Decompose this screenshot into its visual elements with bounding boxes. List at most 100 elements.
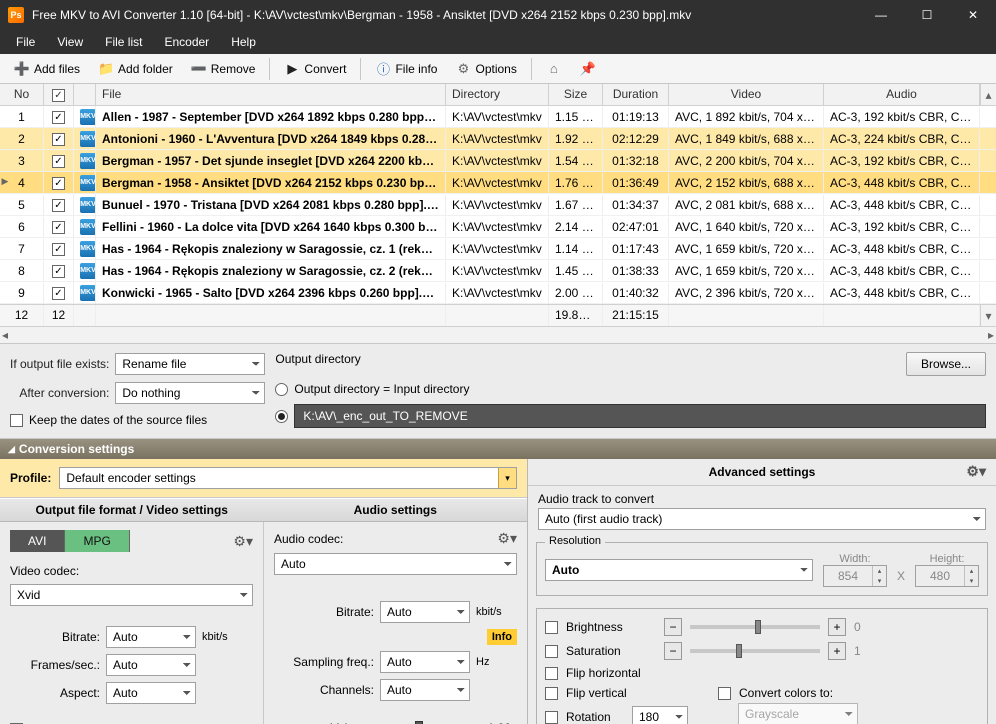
same-dir-radio[interactable] xyxy=(275,383,288,396)
profile-dropdown-icon[interactable]: ▾ xyxy=(498,468,516,488)
saturation-checkbox[interactable] xyxy=(545,645,558,658)
brightness-slider[interactable] xyxy=(690,625,820,629)
table-row[interactable]: 5✓MKVBunuel - 1970 - Tristana [DVD x264 … xyxy=(0,194,996,216)
audio-codec-select[interactable]: Auto xyxy=(274,553,517,575)
convcolors-checkbox[interactable] xyxy=(718,687,731,700)
pin-button[interactable]: 📌 xyxy=(572,57,604,81)
table-row[interactable]: 8✓MKVHas - 1964 - Rękopis znaleziony w S… xyxy=(0,260,996,282)
cell-check[interactable]: ✓ xyxy=(44,216,74,237)
same-dir-radio-row[interactable]: Output directory = Input directory xyxy=(275,380,986,398)
menu-file[interactable]: File xyxy=(6,32,45,52)
file-info-button[interactable]: ⓘFile info xyxy=(367,57,445,81)
custom-dir-radio[interactable] xyxy=(275,410,288,423)
row-checkbox[interactable]: ✓ xyxy=(52,177,65,190)
header-size[interactable]: Size xyxy=(549,84,603,105)
advanced-gear-icon[interactable]: ⚙▾ xyxy=(966,463,986,480)
profile-input[interactable] xyxy=(60,468,498,488)
video-aspect-select[interactable]: Auto xyxy=(106,682,196,704)
conversion-settings-header[interactable]: ◢ Conversion settings xyxy=(0,439,996,459)
tab-avi[interactable]: AVI xyxy=(10,530,65,552)
video-fps-select[interactable]: Auto xyxy=(106,654,196,676)
add-folder-button[interactable]: 📁Add folder xyxy=(90,57,181,81)
saturation-minus[interactable]: − xyxy=(664,642,682,660)
saturation-slider[interactable] xyxy=(690,649,820,653)
table-row[interactable]: 3✓MKVBergman - 1957 - Det sjunde insegle… xyxy=(0,150,996,172)
brightness-minus[interactable]: − xyxy=(664,618,682,636)
header-video[interactable]: Video xyxy=(669,84,824,105)
cell-check[interactable]: ✓ xyxy=(44,128,74,149)
after-select[interactable]: Do nothing xyxy=(115,382,265,404)
checkbox-icon[interactable]: ✓ xyxy=(52,89,65,102)
table-row[interactable]: 1✓MKVAllen - 1987 - September [DVD x264 … xyxy=(0,106,996,128)
header-duration[interactable]: Duration xyxy=(603,84,669,105)
browse-button[interactable]: Browse... xyxy=(906,352,986,376)
table-row[interactable]: 6✓MKVFellini - 1960 - La dolce vita [DVD… xyxy=(0,216,996,238)
video-gear-icon[interactable]: ⚙▾ xyxy=(233,533,253,550)
scroll-up-icon[interactable]: ▴ xyxy=(980,84,996,105)
saturation-plus[interactable]: + xyxy=(828,642,846,660)
row-checkbox[interactable]: ✓ xyxy=(52,133,65,146)
custom-dir-field[interactable]: K:\AV\_enc_out_TO_REMOVE xyxy=(294,404,986,428)
audio-freq-select[interactable]: Auto xyxy=(380,651,470,673)
row-checkbox[interactable]: ✓ xyxy=(52,155,65,168)
audio-gear-icon[interactable]: ⚙▾ xyxy=(497,530,517,547)
home-button[interactable]: ⌂ xyxy=(538,57,570,81)
height-spinbox[interactable]: ▴▾ xyxy=(915,565,979,587)
convert-button[interactable]: ▶Convert xyxy=(276,57,354,81)
cell-check[interactable]: ✓ xyxy=(44,194,74,215)
table-row[interactable]: 2✓MKVAntonioni - 1960 - L'Avventura [DVD… xyxy=(0,128,996,150)
row-checkbox[interactable]: ✓ xyxy=(52,287,65,300)
cell-check[interactable]: ✓ xyxy=(44,150,74,171)
minimize-button[interactable]: — xyxy=(858,0,904,30)
twopass-row[interactable]: 2-pass encoding xyxy=(10,720,253,724)
row-checkbox[interactable]: ✓ xyxy=(52,265,65,278)
audio-bitrate-select[interactable]: Auto xyxy=(380,601,470,623)
video-bitrate-select[interactable]: Auto xyxy=(106,626,196,648)
track-select[interactable]: Auto (first audio track) xyxy=(538,508,986,530)
width-spinbox[interactable]: ▴▾ xyxy=(823,565,887,587)
tab-mpg[interactable]: MPG xyxy=(65,530,129,552)
cell-check[interactable]: ✓ xyxy=(44,282,74,303)
rotation-checkbox[interactable] xyxy=(545,711,558,724)
audio-channels-select[interactable]: Auto xyxy=(380,679,470,701)
if-exists-select[interactable]: Rename file xyxy=(115,353,265,375)
row-checkbox[interactable]: ✓ xyxy=(52,221,65,234)
menu-encoder[interactable]: Encoder xyxy=(154,32,219,52)
brightness-checkbox[interactable] xyxy=(545,621,558,634)
video-codec-select[interactable]: Xvid xyxy=(10,584,253,606)
menu-view[interactable]: View xyxy=(47,32,93,52)
resolution-select[interactable]: Auto xyxy=(545,559,813,581)
cell-check[interactable]: ✓ xyxy=(44,172,74,193)
header-check[interactable]: ✓ xyxy=(44,84,74,105)
keep-dates-checkbox[interactable] xyxy=(10,414,23,427)
convcolors-select[interactable]: Grayscale xyxy=(738,703,858,724)
rotation-select[interactable]: 180 xyxy=(632,706,688,724)
add-files-button[interactable]: ➕Add files xyxy=(6,57,88,81)
header-no[interactable]: No xyxy=(0,84,44,105)
remove-button[interactable]: ➖Remove xyxy=(183,57,264,81)
info-badge[interactable]: Info xyxy=(487,629,517,645)
close-button[interactable]: ✕ xyxy=(950,0,996,30)
table-row[interactable]: ▶4✓MKVBergman - 1958 - Ansiktet [DVD x26… xyxy=(0,172,996,194)
row-checkbox[interactable]: ✓ xyxy=(52,243,65,256)
cell-check[interactable]: ✓ xyxy=(44,260,74,281)
cell-check[interactable]: ✓ xyxy=(44,106,74,127)
custom-dir-radio-row[interactable]: K:\AV\_enc_out_TO_REMOVE xyxy=(275,402,986,430)
menu-filelist[interactable]: File list xyxy=(95,32,152,52)
header-file[interactable]: File xyxy=(96,84,446,105)
flipv-checkbox[interactable] xyxy=(545,687,558,700)
scroll-down-icon[interactable]: ▾ xyxy=(980,305,996,326)
width-input[interactable] xyxy=(824,566,872,586)
options-button[interactable]: ⚙Options xyxy=(447,57,524,81)
cell-check[interactable]: ✓ xyxy=(44,238,74,259)
row-checkbox[interactable]: ✓ xyxy=(52,199,65,212)
row-checkbox[interactable]: ✓ xyxy=(52,111,65,124)
maximize-button[interactable]: ☐ xyxy=(904,0,950,30)
height-input[interactable] xyxy=(916,566,964,586)
profile-select[interactable]: ▾ xyxy=(59,467,517,489)
header-directory[interactable]: Directory xyxy=(446,84,549,105)
header-audio[interactable]: Audio xyxy=(824,84,980,105)
menu-help[interactable]: Help xyxy=(221,32,266,52)
keep-dates-row[interactable]: Keep the dates of the source files xyxy=(10,411,265,429)
h-scrollbar[interactable]: ◂▸ xyxy=(0,326,996,343)
